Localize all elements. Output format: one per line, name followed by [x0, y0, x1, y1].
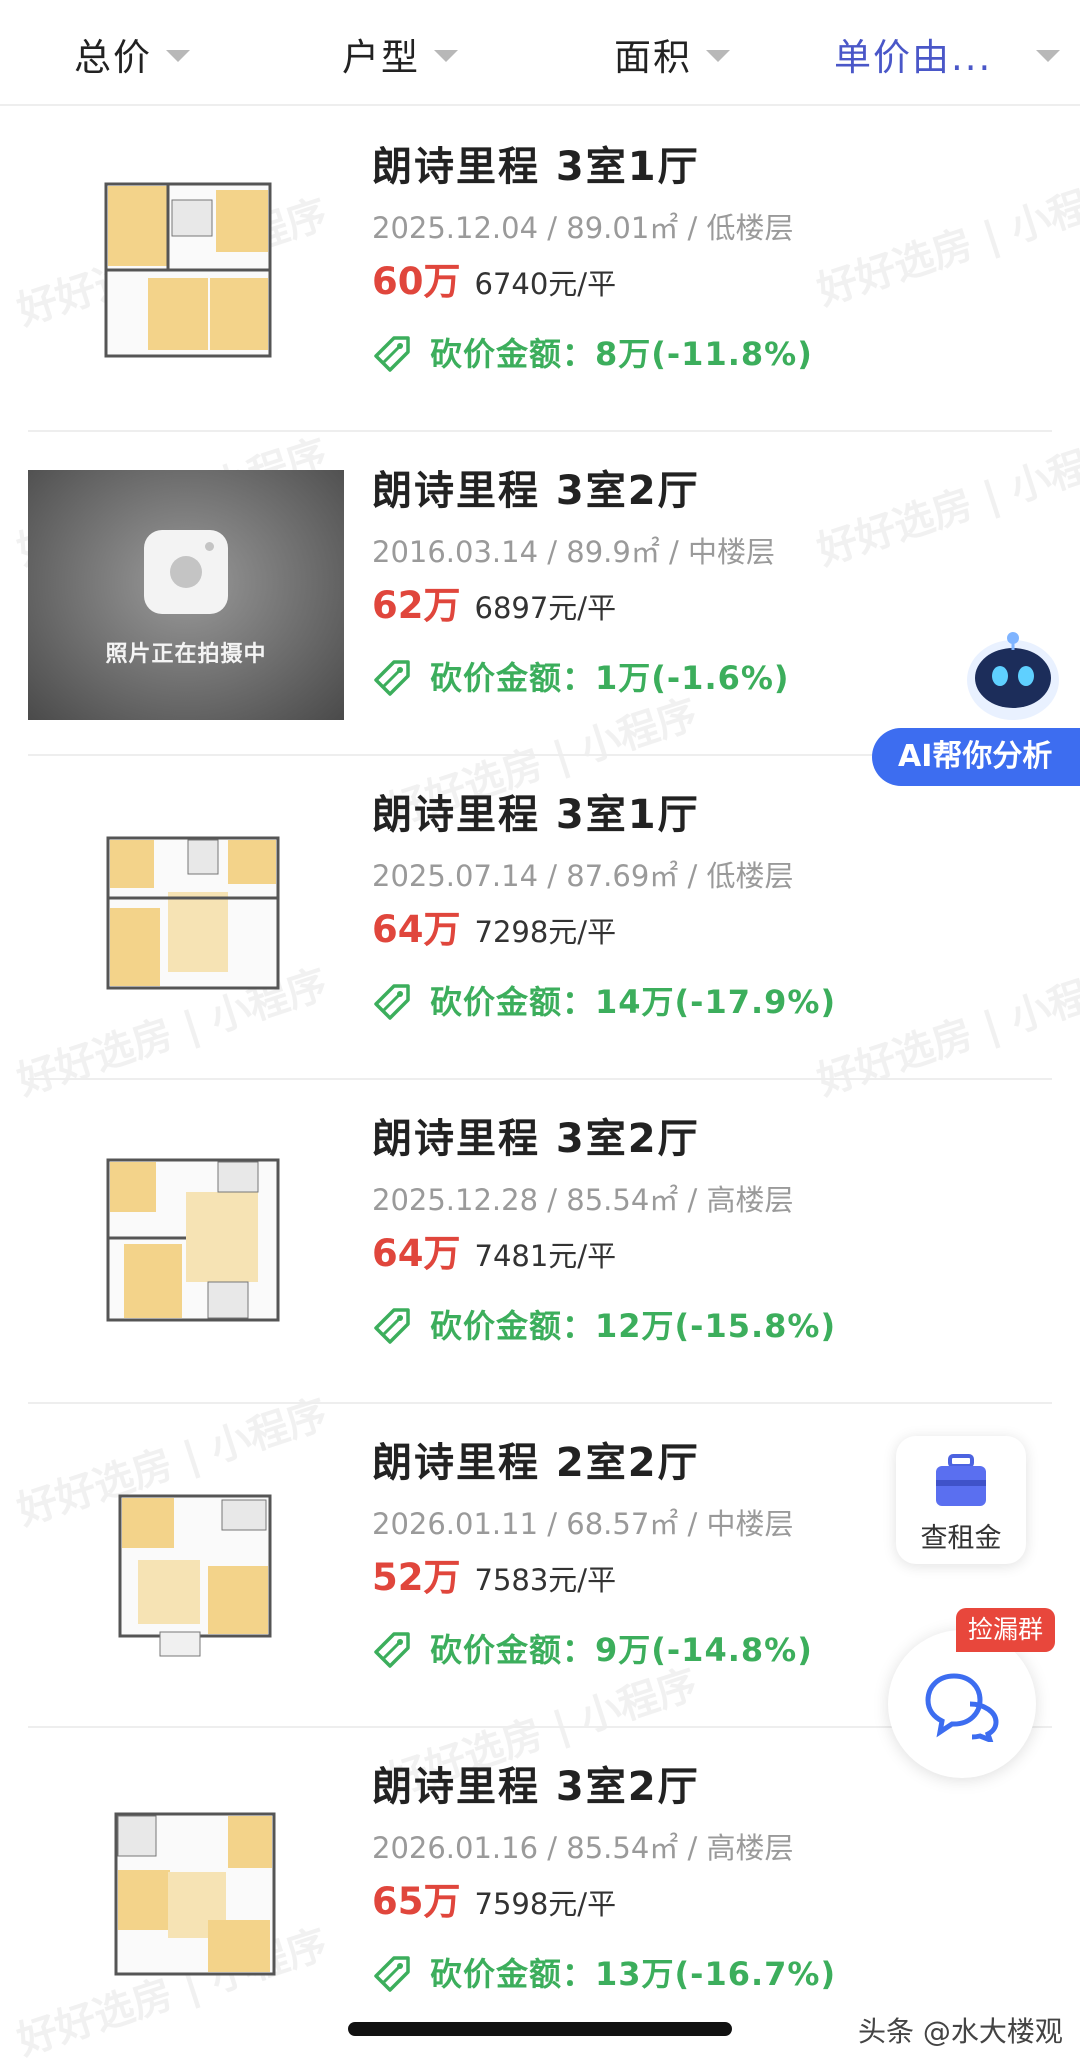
listing-title: 朗诗里程 3室1厅 — [372, 792, 700, 838]
floorplan-icon — [106, 836, 280, 990]
listing-meta: 2025.12.04 / 89.01㎡ / 低楼层 — [372, 211, 794, 245]
price-row: 62万 6897元/平 — [372, 576, 1062, 636]
listing-info: 朗诗里程 3室2厅 2025.12.28 / 85.54㎡ / 高楼层 64万 … — [372, 1110, 1062, 1356]
listing-info: 朗诗里程 3室1厅 2025.12.04 / 89.01㎡ / 低楼层 60万 … — [372, 138, 1062, 384]
filter-total-price-label: 总价 — [74, 36, 152, 79]
price-cut-tag-icon — [374, 1308, 410, 1344]
listing-title: 朗诗里程 3室1厅 — [372, 144, 700, 190]
price-cut-tag-icon — [374, 984, 410, 1020]
listing-item[interactable]: 照片正在拍摄中 朗诗里程 3室2厅 2016.03.14 / 89.9㎡ / 中… — [0, 432, 1080, 756]
filter-area[interactable]: 面积 — [614, 28, 730, 80]
price-cut-row: 砍价金额：12万(-15.8%) — [372, 1296, 1062, 1356]
bargain-group-button[interactable] — [888, 1630, 1036, 1778]
price-cut-row: 砍价金额：8万(-11.8%) — [372, 324, 1062, 384]
ai-robot-icon[interactable] — [958, 628, 1068, 728]
price-cut-text: 砍价金额：14万(-17.9%) — [430, 983, 837, 1021]
listing-unit-price: 6897元/平 — [474, 591, 617, 625]
listing-info: 朗诗里程 3室1厅 2025.07.14 / 87.69㎡ / 低楼层 64万 … — [372, 786, 1062, 1032]
caret-down-icon — [434, 50, 458, 62]
listing-thumbnail — [28, 1442, 344, 1692]
photo-placeholder-text: 照片正在拍摄中 — [105, 642, 267, 667]
listing-item[interactable]: 朗诗里程 3室2厅 2025.12.28 / 85.54㎡ / 高楼层 64万 … — [0, 1080, 1080, 1404]
listing-title: 朗诗里程 3室2厅 — [372, 468, 700, 514]
floorplan-icon — [114, 1812, 276, 1976]
listing-info: 朗诗里程 3室2厅 2026.01.16 / 85.54㎡ / 高楼层 65万 … — [372, 1758, 1062, 2004]
price-row: 60万 6740元/平 — [372, 252, 1062, 312]
listing-thumbnail — [28, 1766, 344, 2016]
check-rent-button[interactable]: 查租金 — [896, 1436, 1026, 1564]
listing-item[interactable]: 朗诗里程 3室1厅 2025.12.04 / 89.01㎡ / 低楼层 60万 … — [0, 108, 1080, 432]
ai-analysis-button[interactable]: AI帮你分析 — [872, 728, 1080, 786]
price-cut-tag-icon — [374, 1632, 410, 1668]
filter-unit-price[interactable]: 单价由... — [834, 28, 1061, 80]
price-cut-tag-icon — [374, 336, 410, 372]
price-cut-tag-icon — [374, 660, 410, 696]
listing-meta: 2016.03.14 / 89.9㎡ / 中楼层 — [372, 535, 776, 569]
listing-price: 52万 — [372, 1556, 461, 1599]
listing-price: 65万 — [372, 1880, 461, 1923]
listing-unit-price: 7598元/平 — [474, 1887, 617, 1921]
filter-layout[interactable]: 户型 — [342, 28, 458, 80]
listing-price: 62万 — [372, 584, 461, 627]
camera-icon — [144, 530, 228, 614]
listing-thumbnail: 照片正在拍摄中 — [28, 470, 344, 720]
listing-title: 朗诗里程 3室2厅 — [372, 1116, 700, 1162]
check-rent-label: 查租金 — [920, 1523, 1002, 1554]
listing-meta: 2026.01.16 / 85.54㎡ / 高楼层 — [372, 1831, 794, 1865]
filter-unit-price-label: 单价由... — [834, 36, 993, 79]
floorplan-icon — [104, 182, 272, 358]
caret-down-icon — [166, 50, 190, 62]
listing-item[interactable]: 朗诗里程 3室1厅 2025.07.14 / 87.69㎡ / 低楼层 64万 … — [0, 756, 1080, 1080]
listing-meta: 2025.12.28 / 85.54㎡ / 高楼层 — [372, 1183, 794, 1217]
floorplan-icon — [106, 1158, 280, 1322]
listing-thumbnail — [28, 794, 344, 1044]
bargain-group-tag: 捡漏群 — [956, 1608, 1056, 1652]
price-cut-text: 砍价金额：8万(-11.8%) — [430, 335, 813, 373]
listing-item[interactable]: 朗诗里程 3室2厅 2026.01.16 / 85.54㎡ / 高楼层 65万 … — [0, 1728, 1080, 2052]
price-row: 64万 7298元/平 — [372, 900, 1062, 960]
price-cut-text: 砍价金额：1万(-1.6%) — [430, 659, 790, 697]
caret-down-icon — [706, 50, 730, 62]
listing-meta: 2025.07.14 / 87.69㎡ / 低楼层 — [372, 859, 794, 893]
price-cut-row: 砍价金额：14万(-17.9%) — [372, 972, 1062, 1032]
chat-bubbles-icon — [925, 1673, 999, 1742]
listing-unit-price: 7298元/平 — [474, 915, 617, 949]
price-cut-tag-icon — [374, 1956, 410, 1992]
price-cut-text: 砍价金额：13万(-16.7%) — [430, 1955, 837, 1993]
price-cut-text: 砍价金额：9万(-14.8%) — [430, 1631, 813, 1669]
home-indicator[interactable] — [348, 2022, 732, 2036]
price-cut-row: 砍价金额：13万(-16.7%) — [372, 1944, 1062, 2004]
photo-placeholder: 照片正在拍摄中 — [28, 470, 344, 720]
filter-area-label: 面积 — [614, 36, 692, 79]
source-watermark: 头条 @水大楼观 — [858, 2015, 1063, 2048]
listing-thumbnail — [28, 146, 344, 396]
filter-bar: 总价 户型 面积 单价由... — [0, 0, 1080, 106]
listing-unit-price: 7583元/平 — [474, 1563, 617, 1597]
listing-unit-price: 6740元/平 — [474, 267, 617, 301]
price-cut-text: 砍价金额：12万(-15.8%) — [430, 1307, 837, 1345]
listing-thumbnail — [28, 1118, 344, 1368]
listing-price: 60万 — [372, 260, 461, 303]
listing-price: 64万 — [372, 908, 461, 951]
caret-down-icon — [1036, 50, 1061, 62]
suitcase-icon — [936, 1454, 986, 1506]
filter-total-price[interactable]: 总价 — [74, 28, 190, 80]
price-row: 65万 7598元/平 — [372, 1872, 1062, 1932]
listing-price: 64万 — [372, 1232, 461, 1275]
listing-unit-price: 7481元/平 — [474, 1239, 617, 1273]
price-row: 64万 7481元/平 — [372, 1224, 1062, 1284]
filter-layout-label: 户型 — [342, 36, 420, 79]
floorplan-icon — [118, 1494, 272, 1657]
